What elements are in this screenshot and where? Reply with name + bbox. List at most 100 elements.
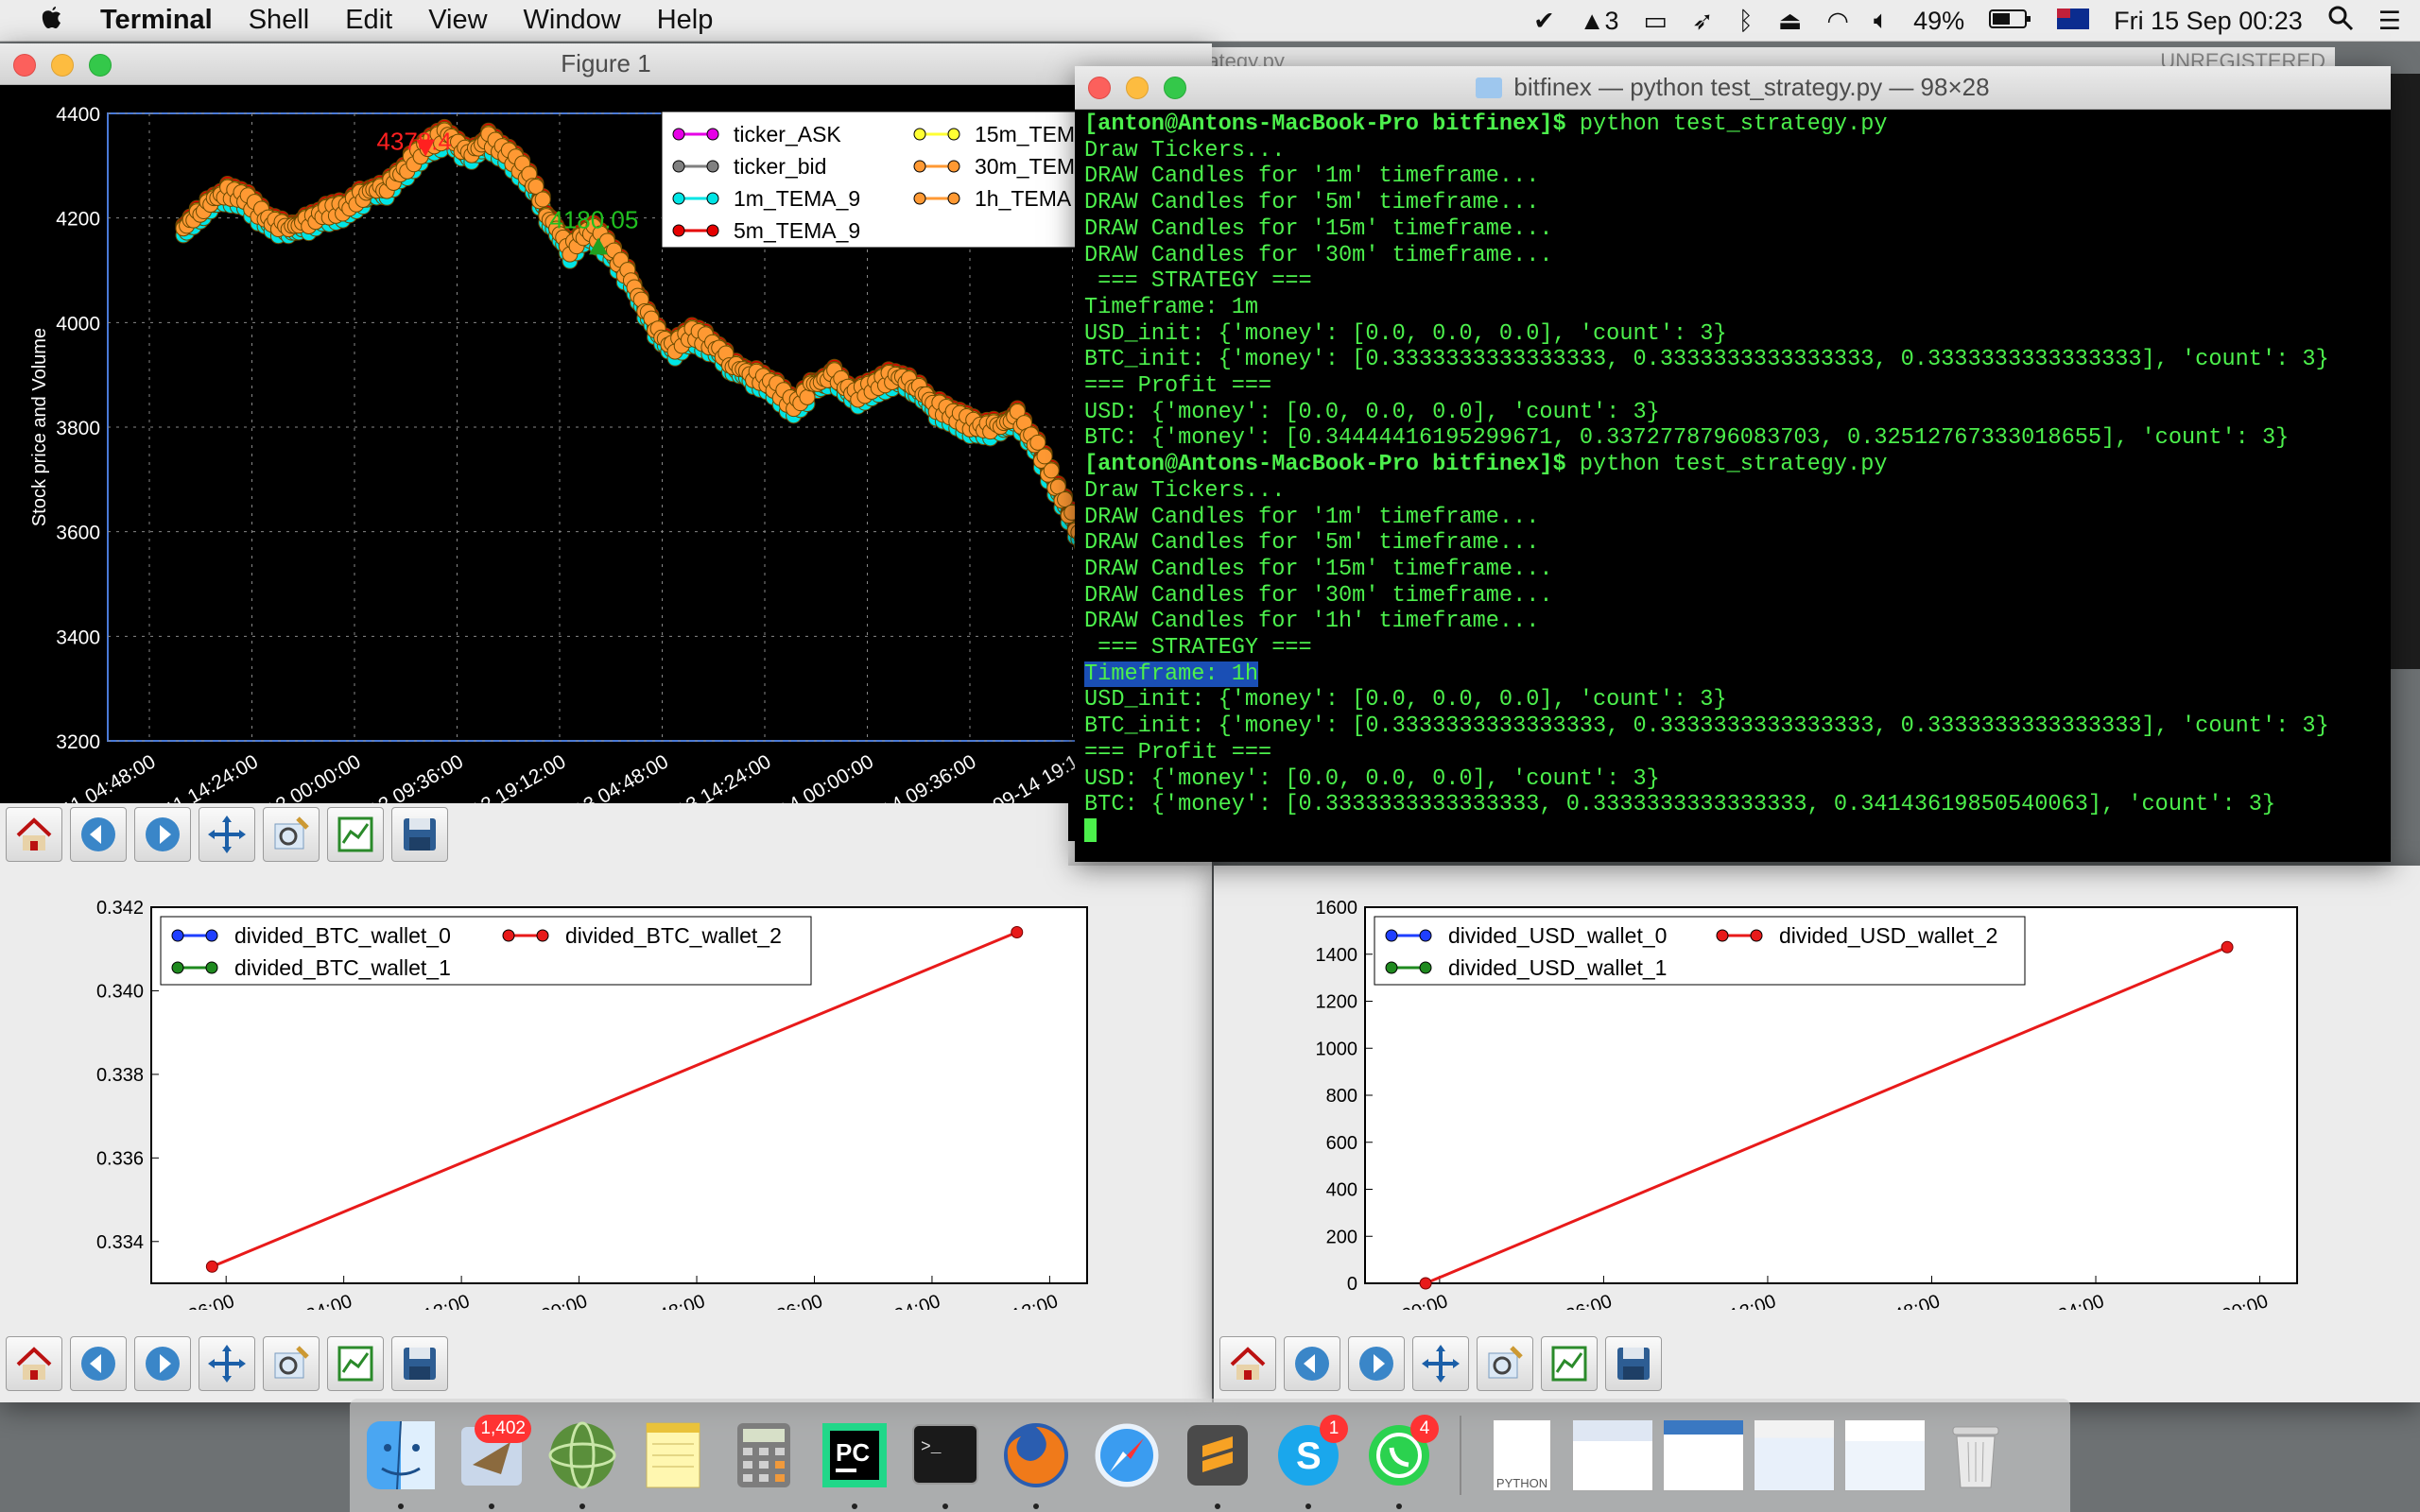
save-icon xyxy=(404,1348,436,1380)
folder-icon xyxy=(1476,77,1503,98)
display-icon[interactable]: ▭ xyxy=(1643,7,1668,36)
close-button[interactable] xyxy=(13,54,36,77)
output-line: === STRATEGY === xyxy=(1084,635,1312,662)
legend-marker xyxy=(1750,929,1763,942)
window-thumbnail xyxy=(1572,1419,1653,1491)
pan-move-button[interactable] xyxy=(199,807,255,862)
clock[interactable]: Fri 15 Sep 00:23 xyxy=(2114,7,2303,36)
home-button[interactable] xyxy=(6,807,62,862)
terminal-titlebar[interactable]: bitfinex — python test_strategy.py — 98×… xyxy=(1075,66,2391,110)
pan-move-button[interactable] xyxy=(1412,1336,1469,1391)
adobe-icon[interactable]: ▲3 xyxy=(1580,7,1619,36)
battery-percent[interactable]: 49% xyxy=(1913,7,1964,36)
dock-skype[interactable]: S1 xyxy=(1267,1413,1350,1509)
pan-move-button[interactable] xyxy=(199,1336,255,1391)
y-tick-label: 4400 xyxy=(56,104,100,126)
window-thumbnail xyxy=(1754,1419,1835,1491)
dock-python-file[interactable]: PYTHON xyxy=(1480,1413,1564,1498)
y-tick-label: 0.340 xyxy=(96,981,144,1002)
close-button[interactable] xyxy=(1088,77,1111,99)
legend-label: ticker_bid xyxy=(734,154,826,179)
output-line: DRAW Candles for '30m' timeframe... xyxy=(1084,242,1553,268)
dock-firefox[interactable] xyxy=(994,1413,1078,1509)
zoom-rect-button[interactable] xyxy=(1477,1336,1533,1391)
minimize-button[interactable] xyxy=(51,54,74,77)
save-button[interactable] xyxy=(391,807,448,862)
dock-whatsapp[interactable]: 4 xyxy=(1357,1413,1441,1509)
dock-mail[interactable]: 1,402 xyxy=(450,1413,533,1509)
notification-center-icon[interactable]: ☰ xyxy=(2378,7,2401,36)
globe-icon xyxy=(548,1421,616,1489)
dock-safari[interactable] xyxy=(1085,1413,1168,1498)
zoom-rect-button[interactable] xyxy=(263,807,320,862)
menu-window[interactable]: Window xyxy=(506,5,639,36)
minimize-button[interactable] xyxy=(1126,77,1149,99)
legend-marker xyxy=(913,160,926,173)
zoom-button[interactable] xyxy=(1164,77,1186,99)
home-button[interactable] xyxy=(6,1336,62,1391)
text-cursor xyxy=(1084,818,1097,843)
back-arrow-button[interactable] xyxy=(70,1336,127,1391)
dock-minimized-window-4[interactable] xyxy=(1843,1413,1927,1498)
subplots-config-button[interactable] xyxy=(327,1336,384,1391)
dock-finder[interactable] xyxy=(359,1413,442,1509)
battery-icon[interactable] xyxy=(1989,7,2032,36)
output-line: DRAW Candles for '5m' timeframe... xyxy=(1084,530,1540,557)
flag-australia-icon[interactable] xyxy=(2057,7,2090,36)
checkmark-icon[interactable]: ✔ xyxy=(1533,7,1555,36)
dock-minimized-window-3[interactable] xyxy=(1753,1413,1836,1498)
forward-arrow-button[interactable] xyxy=(134,807,191,862)
dock-minimized-window-1[interactable] xyxy=(1571,1413,1654,1498)
save-button[interactable] xyxy=(391,1336,448,1391)
menu-edit[interactable]: Edit xyxy=(327,5,410,36)
dock-minimized-window-2[interactable] xyxy=(1662,1413,1745,1498)
legend-marker xyxy=(947,192,960,205)
figure1-titlebar[interactable]: Figure 1 xyxy=(0,43,1212,85)
rocket-icon[interactable]: ➶ xyxy=(1692,7,1714,36)
bluetooth-icon[interactable]: ᛒ xyxy=(1738,7,1754,36)
dock-pycharm[interactable]: PC xyxy=(813,1413,896,1509)
max-annotation: 4378.4 xyxy=(376,128,452,156)
forward-arrow-button[interactable] xyxy=(134,1336,191,1391)
subplots-config-button[interactable] xyxy=(327,807,384,862)
dock-sublime[interactable] xyxy=(1176,1413,1259,1509)
zoom-button[interactable] xyxy=(89,54,112,77)
legend-marker xyxy=(672,192,685,205)
back-arrow-icon xyxy=(81,1347,115,1381)
save-button[interactable] xyxy=(1605,1336,1662,1391)
dock-trash[interactable] xyxy=(1934,1413,2017,1498)
dock-globe-app[interactable] xyxy=(541,1413,624,1509)
notes-icon xyxy=(646,1422,700,1488)
menu-app-terminal[interactable]: Terminal xyxy=(82,5,231,36)
dock-calculator[interactable] xyxy=(722,1413,805,1498)
btc-wallet-figure-window: 0.334 0.336 0.338 0.340 0.342 09:36:00 14:24:0… xyxy=(0,866,1212,1402)
shell-command: python test_strategy.py xyxy=(1565,112,1888,137)
volume-icon[interactable]: 🔈︎ xyxy=(1874,6,1889,36)
terminal-output[interactable]: [anton@Antons-MacBook-Pro bitfinex]$ pyt… xyxy=(1084,112,2381,845)
dock-terminal[interactable]: >_ xyxy=(904,1413,987,1509)
spotlight-search-icon[interactable] xyxy=(2327,5,2354,38)
apple-icon[interactable] xyxy=(0,2,82,40)
forward-arrow-button[interactable] xyxy=(1348,1336,1405,1391)
output-line: DRAW Candles for '5m' timeframe... xyxy=(1084,190,1540,216)
airplay-icon[interactable]: ⏏ xyxy=(1778,7,1803,36)
legend-label: 15m_TEM xyxy=(975,122,1075,146)
skype-badge: 1 xyxy=(1320,1415,1348,1443)
x-tick-label: 09:36:00 xyxy=(750,1291,826,1310)
legend-marker xyxy=(171,929,184,942)
data-point xyxy=(2221,940,2234,954)
wifi-icon[interactable]: ◠ xyxy=(1826,7,1849,36)
menu-shell[interactable]: Shell xyxy=(231,5,328,36)
dock-notes[interactable] xyxy=(631,1413,715,1498)
menu-help[interactable]: Help xyxy=(639,5,732,36)
zoom-rect-button[interactable] xyxy=(263,1336,320,1391)
menu-view[interactable]: View xyxy=(410,5,505,36)
legend-label: ticker_ASK xyxy=(734,122,841,146)
back-arrow-button[interactable] xyxy=(70,807,127,862)
subplots-config-icon xyxy=(1551,1346,1587,1382)
output-line: DRAW Candles for '1h' timeframe... xyxy=(1084,609,1540,635)
back-arrow-button[interactable] xyxy=(1284,1336,1340,1391)
output-line: === STRATEGY === xyxy=(1084,268,1312,295)
home-button[interactable] xyxy=(1219,1336,1276,1391)
subplots-config-button[interactable] xyxy=(1541,1336,1598,1391)
